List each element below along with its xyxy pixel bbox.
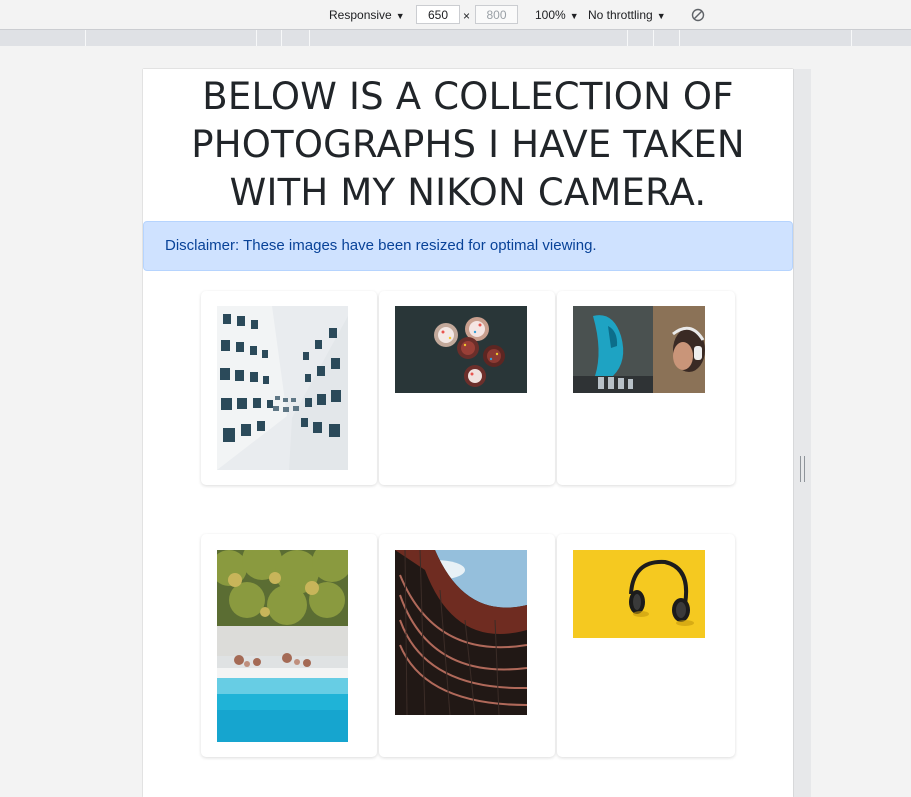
gallery-card	[201, 291, 377, 485]
gallery-card	[201, 534, 377, 757]
gallery-image-building-facade[interactable]	[217, 306, 348, 470]
zoom-select[interactable]: 100% ▼	[535, 6, 579, 24]
viewport-resizer[interactable]	[793, 69, 811, 797]
chevron-down-icon: ▼	[656, 11, 666, 21]
rotate-icon[interactable]	[691, 8, 705, 22]
gallery-card	[379, 291, 555, 485]
chevron-down-icon: ▼	[395, 11, 405, 21]
throttling-label: No throttling	[588, 8, 653, 22]
gallery-image-curved-building[interactable]	[395, 550, 527, 715]
gallery-image-headphones-yellow[interactable]	[573, 550, 705, 638]
height-input[interactable]: 800	[475, 5, 518, 24]
gallery-image-beach-aerial[interactable]	[217, 550, 348, 742]
emulated-viewport: BELOW IS A COLLECTION OF PHOTOGRAPHS I H…	[143, 69, 793, 797]
zoom-label: 100%	[535, 8, 566, 22]
gallery-card	[379, 534, 555, 757]
gallery-card	[557, 291, 735, 485]
resize-handle-icon[interactable]	[800, 456, 805, 482]
disclaimer-alert: Disclaimer: These images have been resiz…	[143, 221, 793, 271]
page-title: BELOW IS A COLLECTION OF PHOTOGRAPHS I H…	[191, 75, 745, 214]
dimension-separator: ×	[463, 9, 471, 23]
media-query-ruler[interactable]	[0, 30, 911, 46]
device-mode-select[interactable]: Responsive ▼	[329, 6, 405, 24]
gallery-image-graffiti-headphones[interactable]	[573, 306, 705, 393]
gallery-image-cupcakes[interactable]	[395, 306, 527, 393]
device-mode-label: Responsive	[329, 8, 392, 22]
width-input[interactable]: 650	[416, 5, 460, 24]
gallery-card	[557, 534, 735, 757]
chevron-down-icon: ▼	[569, 11, 579, 21]
device-toolbar: Responsive ▼ 650 × 800 100% ▼ No throttlin…	[0, 0, 911, 30]
throttling-select[interactable]: No throttling ▼	[588, 6, 666, 24]
